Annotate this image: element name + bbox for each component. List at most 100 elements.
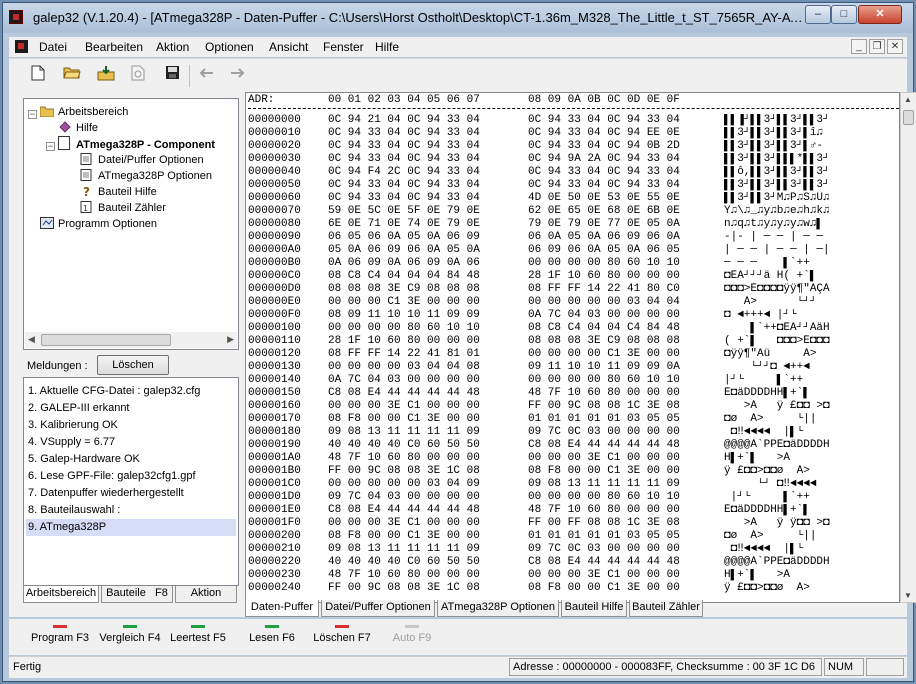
mdi-minimize-button[interactable]: _ (851, 39, 867, 54)
hex-row[interactable]: 00000020 0C 94 33 04 0C 94 33 04 0C 94 33 … (248, 140, 854, 153)
tab-datei-puffer-optionen[interactable]: Datei/Puffer Optionen (321, 600, 435, 617)
tab-atmega-optionen[interactable]: ATmega328P Optionen (437, 600, 559, 617)
hex-row[interactable]: 00000070 59 0E 5C 0E 5F 0E 79 0E 62 0E 65 … (248, 205, 854, 218)
document-menu-icon[interactable] (15, 40, 28, 53)
message-item[interactable]: 6. Lese GPF-File: galep32cfg1.gpf (26, 468, 236, 485)
hex-row[interactable]: 00000180 09 08 13 11 11 11 11 09 09 7C 0C … (248, 426, 854, 439)
scroll-right-icon[interactable]: ▶ (227, 334, 234, 345)
hex-row[interactable]: 00000000 0C 94 21 04 0C 94 33 04 0C 94 33 … (248, 114, 854, 127)
forward-arrow-icon[interactable] (227, 65, 249, 85)
hex-row[interactable]: 00000040 0C 94 F4 2C 0C 94 33 04 0C 94 33 … (248, 166, 854, 179)
hex-row[interactable]: 000001A0 48 7F 10 60 80 00 00 00 00 00 00 … (248, 452, 854, 465)
vergleich-f4-button[interactable]: Vergleich F4 (91, 622, 169, 654)
load-icon[interactable] (95, 65, 117, 85)
hex-row[interactable]: 00000170 08 F8 00 00 C1 3E 00 00 01 01 01 … (248, 413, 854, 426)
menu-hilfe[interactable]: Hilfe (375, 40, 399, 54)
hex-row[interactable]: 000001E0 C8 08 E4 44 44 44 44 48 48 7F 10 … (248, 504, 854, 517)
message-item[interactable]: 8. Bauteilauswahl : (26, 502, 236, 519)
menu-optionen[interactable]: Optionen (205, 40, 254, 54)
tree-node-program-options[interactable]: Programm Optionen (40, 216, 157, 232)
close-button[interactable]: ✕ (858, 5, 902, 24)
menu-bearbeiten[interactable]: Bearbeiten (85, 40, 143, 54)
tab-aktion[interactable]: Aktion (175, 586, 237, 603)
hex-editor[interactable]: ADR: 00 01 02 03 04 05 06 07 08 09 0A 0B 0… (245, 92, 900, 603)
tab-bauteil-hilfe[interactable]: Bauteil Hilfe (561, 600, 627, 617)
tab-daten-puffer[interactable]: Daten-Puffer (245, 600, 319, 617)
collapse-icon[interactable]: − (46, 142, 55, 151)
message-item[interactable]: 5. Galep-Hardware OK (26, 451, 236, 468)
hex-row[interactable]: 000001D0 09 7C 04 03 00 00 00 00 00 00 00 … (248, 491, 854, 504)
tab-bauteil-zaehler[interactable]: Bauteil Zähler (629, 600, 703, 617)
hex-row[interactable]: 00000110 28 1F 10 60 80 00 00 00 08 08 08 … (248, 335, 854, 348)
tree-node-device-options[interactable]: ATmega328P Optionen (80, 168, 212, 184)
menu-aktion[interactable]: Aktion (156, 40, 189, 54)
scroll-up-icon[interactable]: ▲ (904, 95, 912, 104)
hex-row[interactable]: 00000050 0C 94 33 04 0C 94 33 04 0C 94 33 … (248, 179, 854, 192)
loeschen-f7-button[interactable]: Löschen F7 (303, 622, 381, 654)
hex-row[interactable]: 000000A0 05 0A 06 09 06 0A 05 0A 06 09 06 … (248, 244, 854, 257)
menu-ansicht[interactable]: Ansicht (269, 40, 308, 54)
hex-vertical-scrollbar[interactable]: ▲ ▼ (900, 92, 916, 603)
menu-fenster[interactable]: Fenster (323, 40, 364, 54)
scroll-down-icon[interactable]: ▼ (904, 591, 912, 600)
hex-row[interactable]: 000000B0 0A 06 09 0A 06 09 0A 06 00 00 00 … (248, 257, 854, 270)
lesen-f6-button[interactable]: Lesen F6 (233, 622, 311, 654)
messages-list[interactable]: 1. Aktuelle CFG-Datei : galep32.cfg 2. G… (23, 377, 239, 586)
hex-row[interactable]: 000001C0 00 00 00 00 00 03 04 09 09 08 13 … (248, 478, 854, 491)
hex-row[interactable]: 00000060 0C 94 33 04 0C 94 33 04 4D 0E 50 … (248, 192, 854, 205)
save-icon[interactable] (161, 65, 183, 85)
hex-row[interactable]: 000001B0 FF 00 9C 08 08 3E 1C 08 08 F8 00 … (248, 465, 854, 478)
hex-row[interactable]: 000000C0 08 C8 C4 04 04 04 84 48 28 1F 10 … (248, 270, 854, 283)
message-item-selected[interactable]: 9. ATmega328P (26, 519, 236, 536)
open-folder-icon[interactable] (61, 65, 83, 85)
maximize-button[interactable]: □ (831, 5, 857, 24)
scroll-thumb[interactable] (903, 110, 914, 125)
hex-row[interactable]: 00000230 48 7F 10 60 80 00 00 00 00 00 00 … (248, 569, 854, 582)
hex-row[interactable]: 000001F0 00 00 00 3E C1 00 00 00 FF 00 FF … (248, 517, 854, 530)
hex-row[interactable]: 00000010 0C 94 33 04 0C 94 33 04 0C 94 33 … (248, 127, 854, 140)
hex-row[interactable]: 00000120 08 FF FF 14 22 41 81 01 00 00 00 … (248, 348, 854, 361)
mdi-close-button[interactable]: ✕ (887, 39, 903, 54)
hex-row[interactable]: 000000D0 08 08 08 3E C9 08 08 08 08 FF FF … (248, 283, 854, 296)
hex-row[interactable]: 000000E0 00 00 00 C1 3E 00 00 00 00 00 00 … (248, 296, 854, 309)
hex-row[interactable]: 00000140 0A 7C 04 03 00 00 00 00 00 00 00 … (248, 374, 854, 387)
tab-arbeitsbereich[interactable]: Arbeitsbereich (23, 586, 99, 603)
tree-node-hilfe[interactable]: Hilfe (58, 120, 98, 136)
menu-datei[interactable]: Datei (39, 40, 67, 54)
mdi-restore-button[interactable]: ❐ (869, 39, 885, 54)
hex-row[interactable]: 00000030 0C 94 33 04 0C 94 33 04 0C 94 9A … (248, 153, 854, 166)
message-item[interactable]: 1. Aktuelle CFG-Datei : galep32.cfg (26, 383, 236, 400)
hex-row[interactable]: 00000210 09 08 13 11 11 11 11 09 09 7C 0C … (248, 543, 854, 556)
hex-row[interactable]: 000000F0 08 09 11 10 10 11 09 09 0A 7C 04 … (248, 309, 854, 322)
program-f3-button[interactable]: Program F3 (21, 622, 99, 654)
reload-icon[interactable] (127, 65, 149, 85)
tree-node-part-counter[interactable]: 1 Bauteil Zähler (80, 200, 166, 216)
collapse-icon[interactable]: − (28, 110, 37, 119)
hex-row[interactable]: 00000150 C8 08 E4 44 44 44 44 48 48 7F 10 … (248, 387, 854, 400)
new-file-icon[interactable] (27, 65, 49, 85)
leertest-f5-button[interactable]: Leertest F5 (159, 622, 237, 654)
hex-row[interactable]: 00000100 00 00 00 00 80 60 10 10 08 C8 C4 … (248, 322, 854, 335)
scroll-thumb[interactable] (41, 334, 171, 346)
hex-row[interactable]: 00000130 00 00 00 00 03 04 04 08 09 11 10 … (248, 361, 854, 374)
hex-row[interactable]: 00000080 6E 0E 71 0E 74 0E 79 0E 79 0E 79 … (248, 218, 854, 231)
tree-node-arbeitsbereich[interactable]: Arbeitsbereich (39, 104, 128, 120)
scroll-left-icon[interactable]: ◀ (28, 334, 35, 345)
minimize-button[interactable]: – (805, 5, 831, 24)
back-arrow-icon[interactable] (195, 65, 217, 85)
message-item[interactable]: 4. VSupply = 6.77 (26, 434, 236, 451)
clear-messages-button[interactable]: Löschen (97, 355, 169, 375)
workspace-tree[interactable]: − Arbeitsbereich Hilfe − ATmega328P - Co… (23, 98, 239, 350)
tab-bauteile[interactable]: Bauteile F8 (101, 586, 173, 603)
message-item[interactable]: 3. Kalibrierung OK (26, 417, 236, 434)
hex-row[interactable]: 00000160 00 00 00 3E C1 00 00 00 FF 00 9C … (248, 400, 854, 413)
hex-row[interactable]: 00000190 40 40 40 40 C0 60 50 50 C8 08 E4 … (248, 439, 854, 452)
tree-node-buffer-options[interactable]: Datei/Puffer Optionen (80, 152, 204, 168)
hex-row[interactable]: 00000200 08 F8 00 00 C1 3E 00 00 01 01 01 … (248, 530, 854, 543)
hex-row[interactable]: 00000220 40 40 40 40 C0 60 50 50 C8 08 E4 … (248, 556, 854, 569)
hex-row[interactable]: 00000090 06 05 06 0A 05 0A 06 09 06 0A 05 … (248, 231, 854, 244)
message-item[interactable]: 2. GALEP-III erkannt (26, 400, 236, 417)
tree-horizontal-scrollbar[interactable]: ◀ ▶ (25, 332, 237, 348)
tree-node-device[interactable]: ATmega328P - Component (58, 136, 215, 152)
hex-row[interactable]: 00000240 FF 00 9C 08 08 3E 1C 08 08 F8 00 … (248, 582, 854, 595)
